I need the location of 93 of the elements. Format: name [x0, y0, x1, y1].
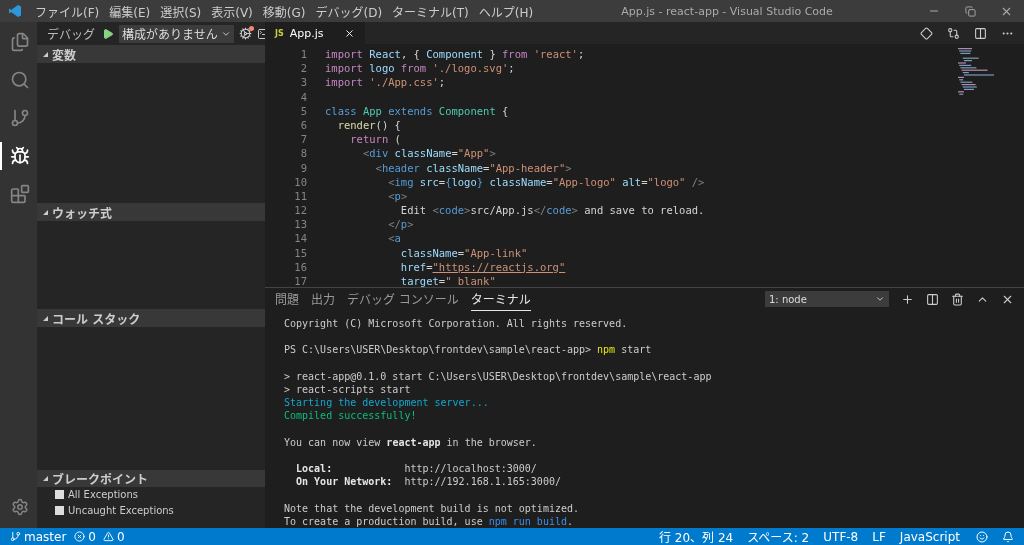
- panel-tab[interactable]: ターミナル: [470, 287, 531, 311]
- code-line: <p>: [387, 188, 408, 204]
- sidebar-title: デバッグ: [47, 27, 95, 42]
- diamond-icon[interactable]: [920, 26, 933, 40]
- code-line: render() {: [336, 117, 401, 133]
- line-number: 11: [293, 188, 308, 204]
- configuration-dropdown[interactable]: 構成がありません: [119, 24, 234, 43]
- caret-icon: [875, 294, 885, 304]
- line-number: 7: [299, 132, 308, 147]
- line-number: 3: [299, 75, 308, 90]
- terminal-select[interactable]: 1: node: [765, 291, 889, 307]
- code-line: <div className="App">: [361, 146, 496, 161]
- code-line: Edit <code>src/App.js</code> and save to reload.: [399, 203, 705, 218]
- close-icon[interactable]: [343, 27, 355, 39]
- app-logo-icon: [8, 4, 22, 18]
- panel-tab[interactable]: デバッグ コンソール: [347, 287, 459, 311]
- menu-item[interactable]: 移動(G): [257, 2, 311, 20]
- split-editor-icon[interactable]: [974, 26, 987, 40]
- section-header[interactable]: 変数: [37, 45, 265, 63]
- line-number: 10: [293, 174, 308, 189]
- code-line: class App extends Component {: [325, 103, 509, 118]
- terminal-line: Compiled successfully!: [284, 410, 417, 422]
- section-header[interactable]: コール スタック: [37, 309, 265, 327]
- terminal-line: Note that the development build is not optimized.: [284, 502, 579, 514]
- line-number: 12: [293, 203, 308, 218]
- panel-tab[interactable]: 出力: [311, 287, 336, 311]
- code-line: <a: [387, 231, 401, 246]
- checkbox-label: All Exceptions: [68, 489, 138, 501]
- minimap-drawing: [958, 48, 994, 96]
- terminal-line: You can now view react-app in the browser.: [284, 436, 537, 448]
- status-item[interactable]: スペース: 2: [747, 528, 810, 545]
- line-number: 6: [299, 117, 308, 133]
- menu-item[interactable]: デバッグ(D): [310, 2, 388, 20]
- panel-tab[interactable]: 問題: [275, 287, 299, 311]
- play-icon[interactable]: [102, 27, 114, 40]
- code-line: return (: [349, 132, 401, 147]
- checkbox-item[interactable]: Uncaught Exceptions: [37, 502, 265, 518]
- menu-item[interactable]: 編集(E): [104, 2, 156, 20]
- code-line: <header className="App-header">: [374, 160, 572, 175]
- menu-item[interactable]: ヘルプ(H): [473, 2, 539, 20]
- bell-icon[interactable]: [1002, 530, 1014, 543]
- terminal-line: PS C:\Users\USER\Desktop\frontdev\sample\react-app> npm start: [284, 344, 652, 356]
- status-item[interactable]: UTF-8: [823, 529, 859, 544]
- terminal-line: On Your Network: http://192.168.1.165:3000/: [295, 476, 561, 488]
- menu-item[interactable]: 表示(V): [206, 2, 258, 20]
- section-header[interactable]: ウォッチ式: [37, 203, 265, 221]
- checkbox-label: Uncaught Exceptions: [68, 504, 174, 516]
- terminal-line: Starting the development server...: [284, 397, 489, 409]
- smiley-icon[interactable]: [976, 530, 988, 543]
- compare-icon[interactable]: [947, 26, 960, 40]
- terminal-line: > react-scripts start: [284, 383, 411, 395]
- terminal-line: Local: http://localhost:3000/: [295, 463, 537, 475]
- code-line: target="_blank": [399, 274, 496, 287]
- line-number: 4: [299, 89, 308, 104]
- terminal-icon[interactable]: [256, 27, 265, 40]
- code-line: <img src={logo} className="App-logo" alt="logo" />: [387, 174, 705, 189]
- terminal-line: > react-app@0.1.0 start C:\Users\USER\Desktop\frontdev\sample\react-app: [284, 370, 712, 382]
- code-line: </p>: [387, 217, 414, 232]
- split-terminal-icon[interactable]: [926, 292, 939, 306]
- status-item[interactable]: LF: [872, 529, 886, 544]
- section-header[interactable]: ブレークポイント: [37, 470, 265, 488]
- terminal-line: To create a production build, use npm run build.: [284, 515, 573, 527]
- menu-item[interactable]: 選択(S): [155, 2, 207, 20]
- plus-icon[interactable]: [901, 292, 914, 306]
- line-number: 2: [299, 61, 308, 76]
- line-number: 5: [299, 103, 308, 118]
- status-item[interactable]: 行 20、列 24: [659, 528, 734, 545]
- line-number: 13: [293, 217, 308, 232]
- code-line: className="App-link": [399, 245, 528, 260]
- line-number: 17: [293, 274, 308, 287]
- line-number: 16: [293, 259, 308, 274]
- terminal-line: Copyright (C) Microsoft Corporation. All rights reserved.: [284, 318, 628, 329]
- code-line: import React, { Component } from 'react';: [325, 47, 585, 62]
- line-number: 15: [293, 245, 308, 260]
- line-number: 8: [299, 146, 308, 161]
- problems-indicator[interactable]: 0 0: [74, 529, 125, 544]
- gear-icon[interactable]: [238, 27, 252, 40]
- line-number: 14: [293, 231, 308, 246]
- trash-icon[interactable]: [951, 292, 964, 306]
- menu-item[interactable]: ファイル(F): [30, 2, 105, 20]
- status-item[interactable]: JavaScript: [899, 529, 960, 544]
- code-line: import logo from './logo.svg';: [325, 61, 515, 76]
- checkbox[interactable]: [55, 490, 64, 500]
- branch-indicator[interactable]: master: [10, 529, 67, 544]
- code-line: href="https://reactjs.org": [399, 259, 566, 274]
- line-number: 9: [299, 160, 308, 175]
- line-number: 1: [299, 47, 308, 62]
- menu-item[interactable]: ターミナル(T): [387, 2, 474, 20]
- code-line: import './App.css';: [325, 75, 446, 90]
- window-title: App.js - react-app - Visual Studio Code: [620, 4, 834, 18]
- checkbox-item[interactable]: All Exceptions: [37, 487, 265, 503]
- editor-tab[interactable]: JS App.js: [265, 22, 365, 44]
- checkbox[interactable]: [55, 505, 64, 515]
